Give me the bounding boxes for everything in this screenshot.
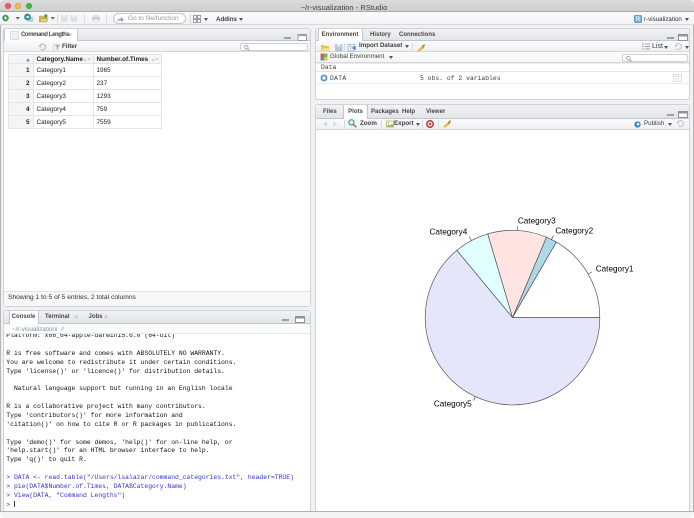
svg-text:Category5: Category5	[434, 399, 472, 408]
svg-text:Category3: Category3	[518, 217, 556, 226]
svg-text:Category4: Category4	[430, 228, 468, 237]
svg-text:Category2: Category2	[555, 227, 593, 236]
svg-text:R: R	[636, 16, 641, 23]
svg-text:Category1: Category1	[596, 265, 634, 274]
